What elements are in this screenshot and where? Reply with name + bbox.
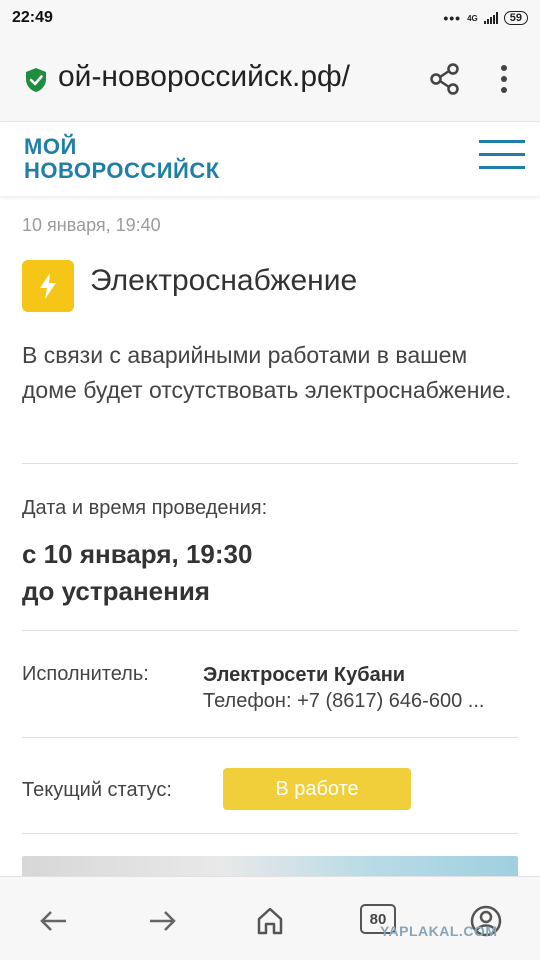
site-header: МОЙ НОВОРОССИЙСК <box>0 122 540 196</box>
category-icon <box>22 260 74 312</box>
divider <box>22 833 518 834</box>
category-title: Электроснабжение <box>90 264 358 297</box>
browser-bottom-nav: 80 YAPLAKAL.COM <box>0 876 540 960</box>
divider <box>22 737 518 738</box>
schedule-start: с 10 января, 19:30 <box>22 539 253 569</box>
status-bar: 22:49 ••• 4G 59 <box>0 0 540 36</box>
signal-icon <box>483 12 498 24</box>
more-menu-icon[interactable] <box>492 62 516 96</box>
status-badge: В работе <box>223 768 411 810</box>
clock: 22:49 <box>12 9 53 26</box>
share-icon[interactable] <box>428 62 462 96</box>
browser-url-bar[interactable]: ой-новороссийск.рф/ <box>0 36 540 122</box>
status-icons: ••• 4G 59 <box>443 10 528 26</box>
divider <box>22 463 518 464</box>
executor-name: Электросети Кубани <box>203 664 406 686</box>
site-logo-line2[interactable]: НОВОРОССИЙСК <box>24 158 220 184</box>
executor-phone[interactable]: Телефон: +7 (8617) 646-600 ... <box>203 690 484 713</box>
lightning-icon <box>40 273 56 299</box>
notice-date: 10 января, 19:40 <box>22 215 161 235</box>
schedule-label: Дата и время проведения: <box>22 497 268 519</box>
status-label: Текущий статус: <box>22 779 172 801</box>
divider <box>22 630 518 631</box>
home-icon[interactable] <box>252 903 288 939</box>
executor-label: Исполнитель: <box>22 663 149 685</box>
back-arrow-icon[interactable] <box>36 903 72 939</box>
notice-description: В связи с аварийными работами в вашем до… <box>22 342 512 403</box>
forward-arrow-icon[interactable] <box>144 903 180 939</box>
url-text[interactable]: ой-новороссийск.рф/ <box>58 60 410 94</box>
battery-icon: 59 <box>503 11 528 25</box>
schedule-end: до устранения <box>22 576 210 606</box>
hamburger-menu-icon[interactable] <box>479 140 525 174</box>
network-type: 4G <box>467 13 478 23</box>
secure-shield-icon <box>26 68 46 92</box>
notification-dots-icon: ••• <box>443 10 462 26</box>
site-logo-line1[interactable]: МОЙ <box>24 134 77 160</box>
watermark: YAPLAKAL.COM <box>380 923 498 939</box>
